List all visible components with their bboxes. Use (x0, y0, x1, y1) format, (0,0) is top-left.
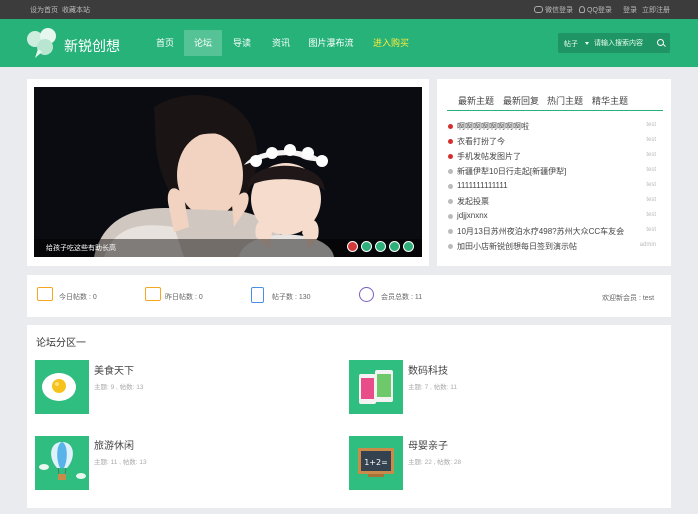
forum-meta: 主题: 9 , 帖数: 13 (94, 384, 144, 391)
topic-title[interactable]: jdjjxnxnx (457, 211, 488, 220)
login-link[interactable]: 登录 (623, 5, 637, 15)
topic-author[interactable]: test (646, 122, 656, 128)
slide-dot-3[interactable] (375, 241, 386, 252)
nav-buy[interactable]: 进入购买 (368, 30, 414, 56)
tab-featured-topics[interactable]: 精华主题 (592, 94, 628, 107)
forum-name[interactable]: 数码科技 (408, 362, 448, 377)
bookmark-link[interactable]: 收藏本站 (62, 5, 90, 15)
topic-item[interactable]: 新疆伊犁10日行走起[新疆伊犁] test (448, 165, 658, 179)
stats-bar (27, 275, 671, 317)
bullet-icon (448, 214, 453, 219)
topic-author[interactable]: test (646, 182, 656, 188)
forum-name[interactable]: 美食天下 (94, 362, 134, 377)
search-icon[interactable] (657, 39, 664, 46)
topic-author[interactable]: admin (640, 242, 656, 248)
nav-home[interactable]: 首页 (148, 30, 182, 56)
topic-item[interactable]: 衣看打扮了今 test (448, 135, 658, 149)
calendar-icon (37, 287, 53, 301)
bullet-icon (448, 184, 453, 189)
logo-icon[interactable] (26, 27, 60, 59)
topic-title[interactable]: 发起投票 (457, 196, 489, 207)
search-scope-select[interactable]: 帖子 (564, 39, 578, 49)
topic-author[interactable]: test (646, 227, 656, 233)
topic-item[interactable]: 啊啊啊啊啊啊啊啊啦 test (448, 120, 658, 134)
slide-caption[interactable]: 给孩子吃这些有助长高 (46, 243, 116, 253)
slide-dot-2[interactable] (361, 241, 372, 252)
site-logo-text[interactable]: 新锐创想 (64, 36, 120, 56)
topic-item[interactable]: jdjjxnxnx test (448, 210, 658, 224)
topic-title[interactable]: 1111111111111 (457, 181, 508, 190)
slide-dot-5[interactable] (403, 241, 414, 252)
today-posts: 今日帖数 : 0 (59, 294, 97, 301)
topic-title[interactable]: 手机发帖发图片了 (457, 151, 521, 162)
topic-author[interactable]: test (646, 212, 656, 218)
topic-author[interactable]: test (646, 137, 656, 143)
total-posts: 帖子数 : 130 (272, 294, 311, 301)
forum-meta: 主题: 7 , 帖数: 11 (408, 384, 458, 391)
hot-air-balloon-icon[interactable] (35, 436, 89, 490)
featured-slideshow[interactable]: 给孩子吃这些有助长高 (34, 87, 422, 257)
topic-author[interactable]: test (646, 167, 656, 173)
total-members: 会员总数 : 11 (381, 294, 423, 301)
slide-image (34, 87, 422, 257)
tab-hot-topics[interactable]: 热门主题 (547, 94, 583, 107)
wechat-login-label: 微信登录 (545, 7, 573, 14)
topic-title[interactable]: 啊啊啊啊啊啊啊啊啦 (457, 121, 529, 132)
register-link[interactable]: 立即注册 (642, 5, 670, 15)
hot-bullet-icon (448, 154, 453, 159)
calendar-icon (145, 287, 161, 301)
set-homepage-link[interactable]: 设为首页 (30, 5, 58, 15)
nav-forum[interactable]: 论坛 (184, 30, 222, 56)
top-utility-bar: 设为首页 收藏本站 微信登录 QQ登录 登录 立即注册 (0, 0, 698, 19)
slide-dot-1[interactable] (347, 241, 358, 252)
topic-title[interactable]: 10月13日苏州夜泊水疗498?苏州大众CC车友会 (457, 226, 624, 237)
chalkboard-text: 1+2= (364, 458, 388, 467)
topic-item[interactable]: 10月13日苏州夜泊水疗498?苏州大众CC车友会 test (448, 225, 658, 239)
chevron-down-icon[interactable] (585, 42, 589, 45)
site-header: 新锐创想 首页 论坛 导读 资讯 图片瀑布流 进入购买 帖子 (0, 19, 698, 67)
bullet-icon (448, 169, 453, 174)
qq-login-link[interactable]: QQ登录 (579, 5, 612, 15)
search-input[interactable] (594, 36, 654, 50)
forum-name[interactable]: 旅游休闲 (94, 437, 134, 452)
smartphones-icon[interactable] (349, 360, 403, 414)
yesterday-posts: 昨日帖数 : 0 (165, 294, 203, 301)
wechat-login-link[interactable]: 微信登录 (534, 5, 573, 15)
wechat-icon (534, 6, 543, 13)
welcome-new-member[interactable]: 欢迎新会员 : test (602, 293, 654, 303)
bullet-icon (448, 199, 453, 204)
qq-login-label: QQ登录 (587, 7, 612, 14)
slide-dot-4[interactable] (389, 241, 400, 252)
document-icon (251, 287, 264, 303)
members-icon (359, 287, 374, 302)
topic-item[interactable]: 手机发帖发图片了 test (448, 150, 658, 164)
nav-image-waterfall[interactable]: 图片瀑布流 (305, 30, 357, 56)
forum-name[interactable]: 母婴亲子 (408, 437, 448, 452)
hot-bullet-icon (448, 139, 453, 144)
topic-item[interactable]: 发起投票 test (448, 195, 658, 209)
tab-underline (447, 110, 663, 111)
topic-author[interactable]: test (646, 152, 656, 158)
topic-item[interactable]: 1111111111111 test (448, 180, 658, 194)
hot-bullet-icon (448, 124, 453, 129)
tab-latest-replies[interactable]: 最新回复 (503, 94, 539, 107)
fried-egg-icon[interactable] (35, 360, 89, 414)
topic-title[interactable]: 加田小店新锐创想每日签到演示帖 (457, 241, 577, 252)
bullet-icon (448, 229, 453, 234)
search-box: 帖子 (558, 33, 670, 53)
bullet-icon (448, 244, 453, 249)
tab-latest-topics[interactable]: 最新主题 (458, 94, 494, 107)
topic-title[interactable]: 新疆伊犁10日行走起[新疆伊犁] (457, 166, 566, 177)
chalkboard-icon[interactable]: 1+2= (349, 436, 403, 490)
forum-meta: 主题: 22 , 帖数: 28 (408, 459, 462, 466)
topic-item[interactable]: 加田小店新锐创想每日签到演示帖 admin (448, 240, 658, 254)
qq-icon (579, 6, 585, 13)
section-title[interactable]: 论坛分区一 (36, 334, 86, 349)
topic-author[interactable]: test (646, 197, 656, 203)
nav-guide[interactable]: 导读 (226, 30, 258, 56)
nav-news[interactable]: 资讯 (264, 30, 298, 56)
topic-title[interactable]: 衣看打扮了今 (457, 136, 505, 147)
forum-meta: 主题: 11 , 帖数: 13 (94, 459, 147, 466)
